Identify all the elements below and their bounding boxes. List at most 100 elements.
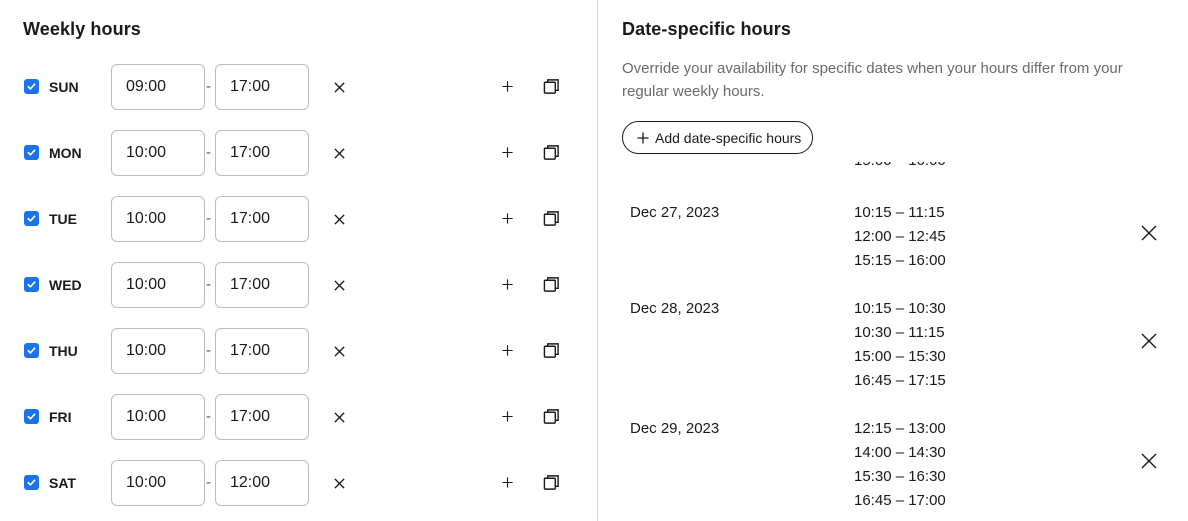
day-checkbox-mon[interactable] — [24, 145, 39, 160]
copy-icon — [543, 342, 560, 359]
delete-override-button[interactable] — [1138, 222, 1160, 244]
add-interval-button-thu[interactable] — [497, 340, 517, 360]
close-icon — [1140, 452, 1158, 470]
time-separator: - — [206, 144, 211, 161]
close-icon — [333, 279, 346, 292]
override-date: Dec 27, 2023 — [630, 204, 720, 221]
remove-interval-button-mon[interactable] — [329, 143, 349, 163]
day-checkbox-wed[interactable] — [24, 277, 39, 292]
plus-icon — [501, 146, 514, 159]
copy-times-button-fri[interactable] — [540, 405, 562, 427]
day-row-sun: SUN - — [0, 64, 597, 110]
day-label-wed: WED — [49, 277, 82, 293]
remove-interval-button-wed[interactable] — [329, 275, 349, 295]
close-icon — [333, 477, 346, 490]
day-checkbox-tue[interactable] — [24, 211, 39, 226]
end-time-input-sat[interactable] — [215, 460, 309, 506]
plus-icon — [501, 410, 514, 423]
day-checkbox-sat[interactable] — [24, 475, 39, 490]
day-label-thu: THU — [49, 343, 78, 359]
plus-icon — [501, 278, 514, 291]
delete-override-button[interactable] — [1138, 450, 1160, 472]
start-time-input-sun[interactable] — [111, 64, 205, 110]
close-icon — [333, 345, 346, 358]
copy-icon — [543, 276, 560, 293]
copy-times-button-sun[interactable] — [540, 75, 562, 97]
time-separator: - — [206, 408, 211, 425]
end-time-input-mon[interactable] — [215, 130, 309, 176]
copy-times-button-tue[interactable] — [540, 207, 562, 229]
date-specific-title: Date-specific hours — [622, 19, 791, 39]
override-time-slot: 12:00 – 12:45 — [854, 228, 946, 245]
remove-interval-button-fri[interactable] — [329, 407, 349, 427]
copy-times-button-sat[interactable] — [540, 471, 562, 493]
override-time-slot: 15:00 – 15:30 — [854, 348, 946, 365]
add-date-specific-hours-label: Add date-specific hours — [655, 129, 802, 146]
end-time-input-thu[interactable] — [215, 328, 309, 374]
day-checkbox-sun[interactable] — [24, 79, 39, 94]
day-label-tue: TUE — [49, 211, 77, 227]
weekly-hours-title: Weekly hours — [23, 19, 141, 39]
start-time-input-thu[interactable] — [111, 328, 205, 374]
add-interval-button-tue[interactable] — [497, 208, 517, 228]
close-icon — [333, 213, 346, 226]
day-row-tue: TUE - — [0, 196, 597, 242]
remove-interval-button-tue[interactable] — [329, 209, 349, 229]
plus-icon — [501, 344, 514, 357]
copy-times-button-wed[interactable] — [540, 273, 562, 295]
weekly-hours-panel: Weekly hours SUN-MON-TUE-WED-THU-FRI-SAT… — [0, 0, 597, 521]
copy-times-button-thu[interactable] — [540, 339, 562, 361]
copy-icon — [543, 408, 560, 425]
close-icon — [333, 411, 346, 424]
day-label-fri: FRI — [49, 409, 72, 425]
override-time-slot: 10:15 – 11:15 — [854, 204, 945, 221]
start-time-input-mon[interactable] — [111, 130, 205, 176]
override-time-slot: 10:15 – 10:30 — [854, 300, 946, 317]
end-time-input-wed[interactable] — [215, 262, 309, 308]
add-interval-button-mon[interactable] — [497, 142, 517, 162]
add-date-specific-hours-button[interactable]: Add date-specific hours — [622, 121, 813, 154]
add-interval-button-sat[interactable] — [497, 472, 517, 492]
day-label-sun: SUN — [49, 79, 79, 95]
plus-icon — [501, 212, 514, 225]
copy-icon — [543, 210, 560, 227]
remove-interval-button-sun[interactable] — [329, 77, 349, 97]
day-checkbox-fri[interactable] — [24, 409, 39, 424]
time-separator: - — [206, 342, 211, 359]
copy-times-button-mon[interactable] — [540, 141, 562, 163]
override-time-slot: 15:15 – 16:00 — [854, 252, 946, 269]
add-interval-button-wed[interactable] — [497, 274, 517, 294]
day-checkbox-thu[interactable] — [24, 343, 39, 358]
add-interval-button-sun[interactable] — [497, 76, 517, 96]
end-time-input-sun[interactable] — [215, 64, 309, 110]
day-row-thu: THU - — [0, 328, 597, 374]
close-icon — [333, 81, 346, 94]
end-time-input-fri[interactable] — [215, 394, 309, 440]
day-row-fri: FRI - — [0, 394, 597, 440]
partial-time-slot: 15:00 – 16:00 — [854, 162, 946, 173]
delete-override-button[interactable] — [1138, 330, 1160, 352]
end-time-input-tue[interactable] — [215, 196, 309, 242]
override-time-slot: 10:30 – 11:15 — [854, 324, 945, 341]
close-icon — [1140, 224, 1158, 242]
override-time-slot: 12:15 – 13:00 — [854, 420, 946, 437]
remove-interval-button-sat[interactable] — [329, 473, 349, 493]
day-label-mon: MON — [49, 145, 82, 161]
start-time-input-sat[interactable] — [111, 460, 205, 506]
time-separator: - — [206, 474, 211, 491]
add-interval-button-fri[interactable] — [497, 406, 517, 426]
day-row-sat: SAT - — [0, 460, 597, 506]
time-separator: - — [206, 276, 211, 293]
override-time-slot: 14:00 – 14:30 — [854, 444, 946, 461]
start-time-input-wed[interactable] — [111, 262, 205, 308]
start-time-input-fri[interactable] — [111, 394, 205, 440]
date-overrides-list[interactable]: 15:00 – 16:00 Dec 27, 202310:15 – 11:151… — [598, 162, 1188, 521]
override-time-slots: 10:15 – 11:15 12:00 – 12:45 15:15 – 16:00 — [854, 201, 946, 273]
time-separator: - — [206, 210, 211, 227]
remove-interval-button-thu[interactable] — [329, 341, 349, 361]
close-icon — [1140, 332, 1158, 350]
start-time-input-tue[interactable] — [111, 196, 205, 242]
date-specific-description: Override your availability for specific … — [622, 60, 1123, 100]
copy-icon — [543, 474, 560, 491]
override-date: Dec 29, 2023 — [630, 420, 720, 437]
